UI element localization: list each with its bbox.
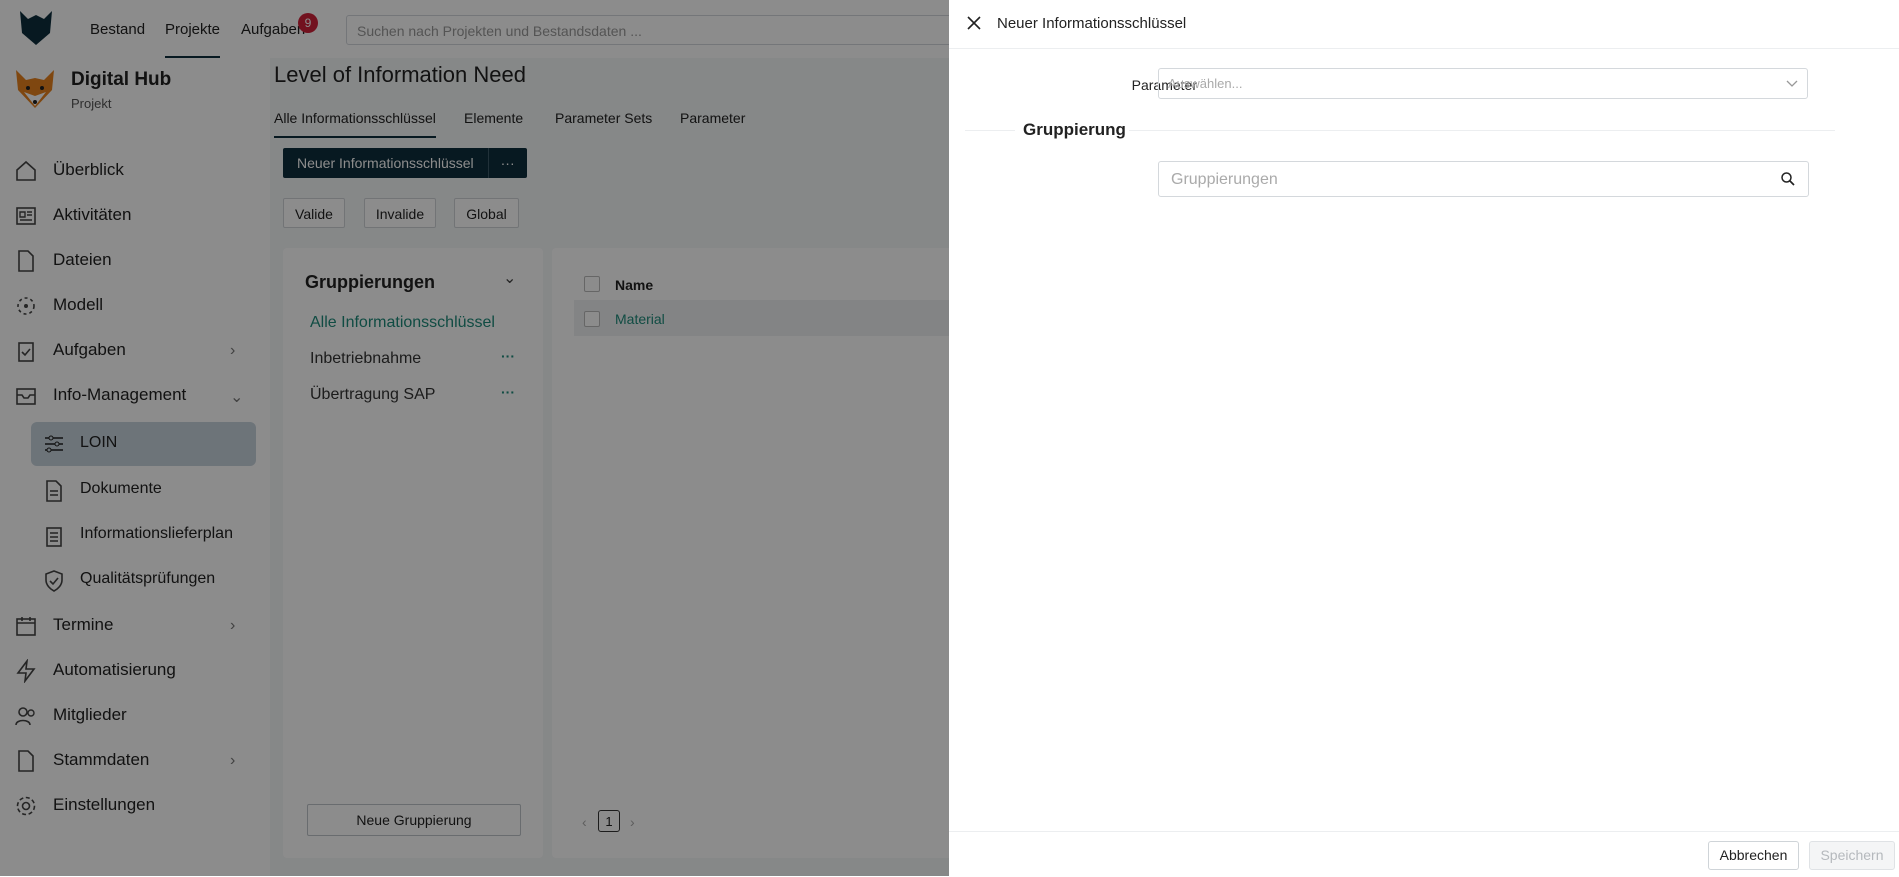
drawer-title: Neuer Informationsschlüssel — [997, 15, 1187, 32]
drawer-header: Neuer Informationsschlüssel — [949, 0, 1899, 49]
section-title-gruppierung: Gruppierung — [1023, 120, 1126, 139]
section-divider — [965, 130, 1015, 131]
save-button[interactable]: Speichern — [1809, 841, 1895, 870]
section-divider — [1129, 130, 1835, 131]
parameter-select[interactable]: Auswählen... — [1158, 68, 1808, 99]
close-icon[interactable] — [963, 12, 985, 34]
group-search-input[interactable]: Gruppierungen — [1158, 161, 1809, 197]
search-icon[interactable] — [1780, 171, 1796, 187]
chevron-down-icon — [1786, 80, 1798, 87]
group-search-placeholder: Gruppierungen — [1171, 171, 1278, 188]
new-key-drawer: Neuer Informationsschlüssel Parameter Au… — [949, 0, 1899, 876]
parameter-select-placeholder: Auswählen... — [1168, 76, 1243, 91]
cancel-button[interactable]: Abbrechen — [1708, 841, 1799, 870]
